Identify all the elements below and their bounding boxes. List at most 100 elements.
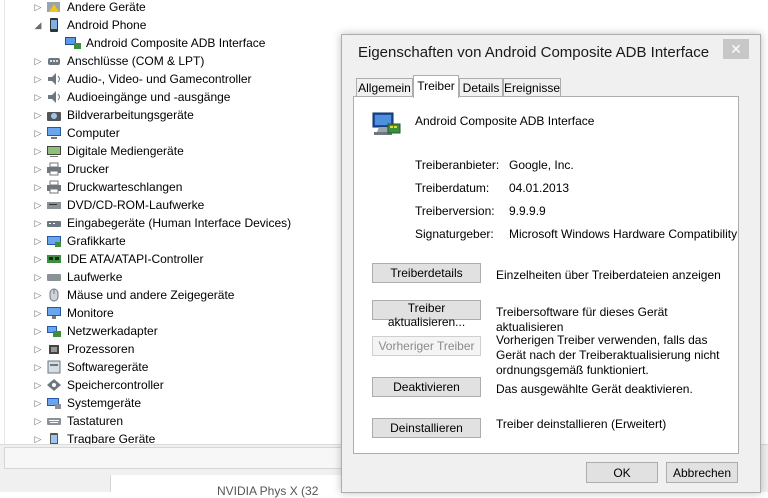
tree-item-label: Speichercontroller — [67, 378, 164, 392]
expand-arrow-icon[interactable]: ▷ — [33, 268, 43, 286]
expand-arrow-icon[interactable]: ▷ — [33, 394, 43, 412]
tree-category-item[interactable]: ◢ Android Phone — [0, 16, 768, 34]
expand-arrow-icon[interactable]: ▷ — [33, 214, 43, 232]
dialog-title: Eigenschaften von Android Composite ADB … — [358, 44, 710, 61]
tree-item-label: Prozessoren — [67, 342, 135, 356]
provider-label: Treiberanbieter: — [415, 158, 500, 172]
tree-item-label: Netzwerkadapter — [67, 324, 158, 338]
tree-item-label: Grafikkarte — [67, 234, 126, 248]
warning-device-icon — [47, 2, 60, 12]
mouse-icon — [49, 288, 59, 302]
expand-arrow-icon[interactable]: ▷ — [33, 52, 43, 70]
tab-allgemein[interactable]: Allgemein — [356, 78, 413, 97]
portable-device-icon — [50, 433, 58, 444]
expand-arrow-icon[interactable]: ▷ — [33, 178, 43, 196]
controller-icon — [47, 255, 61, 263]
provider-value: Google, Inc. — [509, 158, 574, 172]
disc-drive-icon — [47, 202, 61, 209]
disable-device-description: Das ausgewählte Gerät deaktivieren. — [496, 382, 693, 396]
horizontal-scrollbar[interactable] — [4, 447, 342, 469]
expand-arrow-icon[interactable]: ▷ — [33, 142, 43, 160]
disable-device-button[interactable]: Deaktivieren — [372, 377, 481, 397]
speaker-icon — [48, 73, 60, 85]
expand-arrow-icon[interactable]: ▷ — [33, 106, 43, 124]
tree-item-label: Softwaregeräte — [67, 360, 149, 374]
version-label: Treiberversion: — [415, 204, 495, 218]
expand-arrow-icon[interactable]: ▷ — [33, 0, 43, 16]
ok-button[interactable]: OK — [586, 462, 658, 483]
tree-item-label: Eingabegeräte (Human Interface Devices) — [67, 216, 292, 230]
tree-item-label: Andere Geräte — [67, 0, 146, 14]
uninstall-driver-button[interactable]: Deinstallieren — [372, 418, 481, 438]
uninstall-driver-description: Treiber deinstallieren (Erweitert) — [496, 417, 667, 431]
processor-icon — [49, 345, 59, 354]
expand-arrow-icon[interactable]: ▷ — [33, 322, 43, 340]
driver-tab-panel: Android Composite ADB Interface Treibera… — [353, 96, 739, 454]
tree-item-label: Druckwarteschlangen — [67, 180, 183, 194]
media-device-icon — [47, 146, 61, 157]
adb-interface-icon — [65, 37, 81, 49]
tree-item-label: Drucker — [67, 162, 110, 176]
rollback-driver-button[interactable]: Vorheriger Treiber — [372, 336, 481, 356]
camera-icon — [47, 112, 61, 121]
keyboard-icon — [47, 418, 61, 425]
tab-details[interactable]: Details — [459, 78, 503, 97]
expand-arrow-icon[interactable]: ▷ — [33, 232, 43, 250]
expand-arrow-icon[interactable]: ▷ — [33, 124, 43, 142]
expand-arrow-icon[interactable]: ▷ — [33, 430, 43, 444]
tree-item-label: Systemgeräte — [67, 396, 142, 410]
tree-item-label: Digitale Mediengeräte — [67, 144, 184, 158]
expand-arrow-icon[interactable]: ▷ — [33, 196, 43, 214]
driver-details-description: Einzelheiten über Treiberdateien anzeige… — [496, 268, 721, 282]
tab-ereignisse[interactable]: Ereignisse — [503, 78, 561, 97]
expand-arrow-icon[interactable]: ▷ — [33, 70, 43, 88]
monitor-icon — [47, 307, 61, 319]
software-device-icon — [47, 360, 61, 374]
tree-item-label: Audioeingänge und -ausgänge — [67, 90, 231, 104]
expand-arrow-icon[interactable]: ▷ — [33, 358, 43, 376]
tree-item-label: Android Phone — [67, 18, 147, 32]
driver-details-button[interactable]: Treiberdetails — [372, 263, 481, 283]
adb-interface-icon — [372, 112, 401, 135]
tree-item-label: Tragbare Geräte — [67, 432, 156, 444]
update-driver-description: Treibersoftware für dieses Gerät aktuali… — [496, 305, 668, 334]
network-adapter-icon — [47, 326, 61, 337]
tree-category-item[interactable]: ▷ Andere Geräte — [0, 0, 768, 16]
tree-item-label: Monitore — [67, 306, 114, 320]
signer-value: Microsoft Windows Hardware Compatibility — [509, 227, 738, 241]
expand-arrow-icon[interactable]: ▷ — [33, 160, 43, 178]
expand-arrow-icon[interactable]: ▷ — [33, 340, 43, 358]
signer-label: Signaturgeber: — [415, 227, 494, 241]
expand-arrow-icon[interactable]: ▷ — [33, 376, 43, 394]
device-name: Android Composite ADB Interface — [415, 114, 595, 128]
tree-item-label: Audio-, Video- und Gamecontroller — [67, 72, 252, 86]
expand-arrow-icon[interactable]: ▷ — [33, 286, 43, 304]
computer-icon — [47, 127, 61, 139]
tree-item-label: Tastaturen — [67, 414, 124, 428]
tree-item-label: Mäuse und andere Zeigegeräte — [67, 288, 235, 302]
cancel-button[interactable]: Abbrechen — [666, 462, 738, 483]
expand-arrow-icon[interactable]: ▷ — [33, 88, 43, 106]
close-button[interactable]: ✕ — [723, 39, 749, 59]
tree-item-label: Computer — [67, 126, 120, 140]
update-driver-button[interactable]: Treiber aktualisieren... — [372, 300, 481, 329]
speaker-icon — [48, 91, 60, 103]
tree-item-label: IDE ATA/ATAPI-Controller — [67, 252, 204, 266]
printer-icon — [47, 162, 61, 176]
collapse-arrow-icon[interactable]: ◢ — [33, 16, 43, 34]
close-icon: ✕ — [730, 41, 742, 57]
background-item-label: NVIDIA Phys X (32 — [217, 484, 319, 498]
tree-item-label: Android Composite ADB Interface — [86, 36, 266, 50]
expand-arrow-icon[interactable]: ▷ — [33, 250, 43, 268]
properties-dialog: Eigenschaften von Android Composite ADB … — [341, 34, 761, 493]
date-label: Treiberdatum: — [415, 181, 490, 195]
tab-treiber[interactable]: Treiber — [413, 75, 459, 98]
version-value: 9.9.9.9 — [509, 204, 546, 218]
expand-arrow-icon[interactable]: ▷ — [33, 304, 43, 322]
tree-item-label: Anschlüsse (COM & LPT) — [67, 54, 205, 68]
rollback-driver-description: Vorherigen Treiber verwenden, falls das … — [496, 333, 720, 377]
tree-item-label: DVD/CD-ROM-Laufwerke — [67, 198, 205, 212]
expand-arrow-icon[interactable]: ▷ — [33, 412, 43, 430]
port-icon — [48, 58, 60, 65]
display-adapter-icon — [47, 236, 61, 247]
